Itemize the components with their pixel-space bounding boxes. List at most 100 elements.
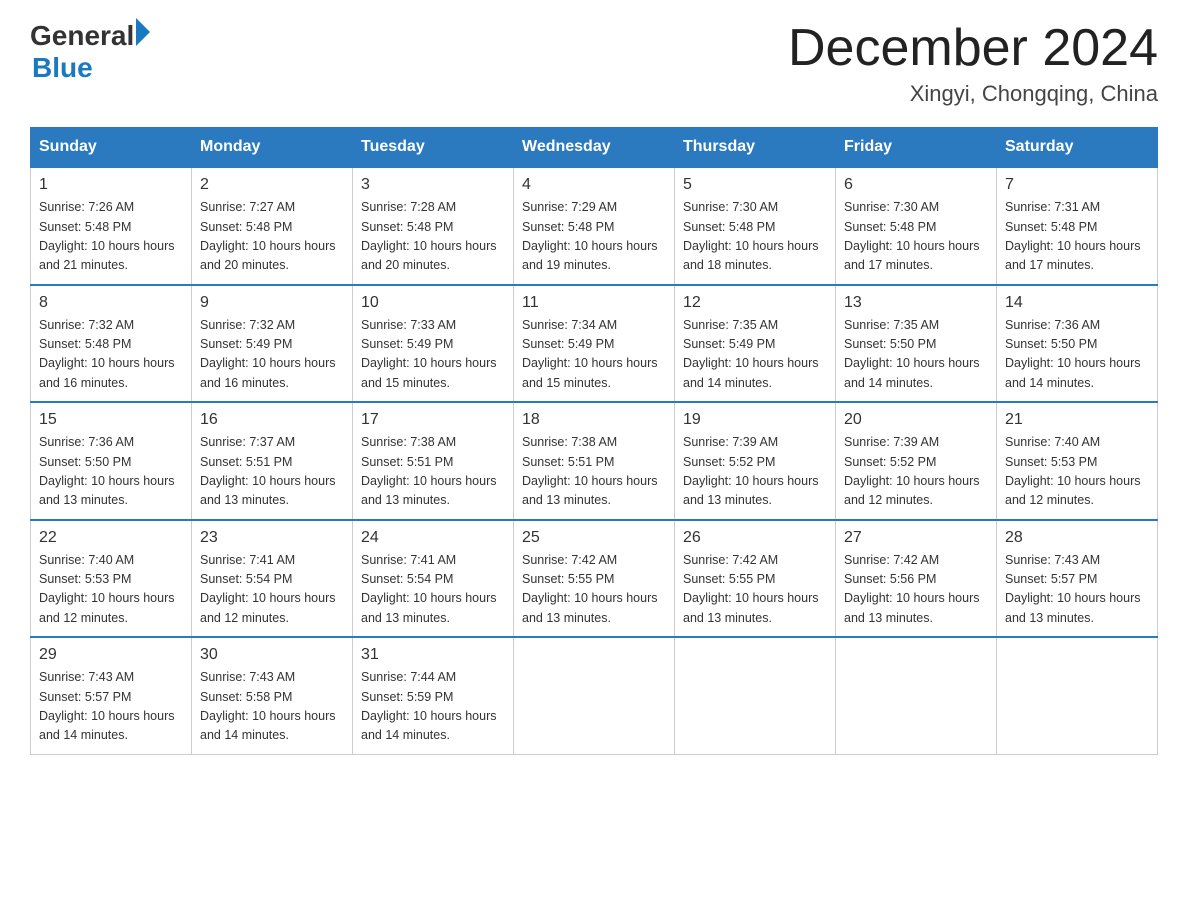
calendar-week-row: 8 Sunrise: 7:32 AMSunset: 5:48 PMDayligh…	[31, 285, 1158, 403]
calendar-cell: 21 Sunrise: 7:40 AMSunset: 5:53 PMDaylig…	[997, 402, 1158, 520]
calendar-header-row: SundayMondayTuesdayWednesdayThursdayFrid…	[31, 128, 1158, 168]
day-number: 25	[522, 529, 666, 547]
day-info: Sunrise: 7:34 AMSunset: 5:49 PMDaylight:…	[522, 316, 666, 394]
day-number: 17	[361, 411, 505, 429]
calendar-cell: 31 Sunrise: 7:44 AMSunset: 5:59 PMDaylig…	[353, 637, 514, 754]
day-info: Sunrise: 7:38 AMSunset: 5:51 PMDaylight:…	[361, 433, 505, 511]
logo-blue-text: Blue	[32, 52, 150, 84]
calendar-week-row: 22 Sunrise: 7:40 AMSunset: 5:53 PMDaylig…	[31, 520, 1158, 638]
day-info: Sunrise: 7:32 AMSunset: 5:48 PMDaylight:…	[39, 316, 183, 394]
day-info: Sunrise: 7:40 AMSunset: 5:53 PMDaylight:…	[39, 551, 183, 629]
calendar-cell: 26 Sunrise: 7:42 AMSunset: 5:55 PMDaylig…	[675, 520, 836, 638]
calendar-cell: 19 Sunrise: 7:39 AMSunset: 5:52 PMDaylig…	[675, 402, 836, 520]
day-info: Sunrise: 7:31 AMSunset: 5:48 PMDaylight:…	[1005, 198, 1149, 276]
calendar-cell: 9 Sunrise: 7:32 AMSunset: 5:49 PMDayligh…	[192, 285, 353, 403]
logo-arrow-icon	[136, 18, 150, 46]
day-info: Sunrise: 7:43 AMSunset: 5:57 PMDaylight:…	[1005, 551, 1149, 629]
calendar-cell: 13 Sunrise: 7:35 AMSunset: 5:50 PMDaylig…	[836, 285, 997, 403]
calendar-cell: 24 Sunrise: 7:41 AMSunset: 5:54 PMDaylig…	[353, 520, 514, 638]
day-number: 31	[361, 646, 505, 664]
calendar-cell: 23 Sunrise: 7:41 AMSunset: 5:54 PMDaylig…	[192, 520, 353, 638]
calendar-cell: 25 Sunrise: 7:42 AMSunset: 5:55 PMDaylig…	[514, 520, 675, 638]
day-info: Sunrise: 7:42 AMSunset: 5:56 PMDaylight:…	[844, 551, 988, 629]
calendar-cell	[997, 637, 1158, 754]
day-info: Sunrise: 7:29 AMSunset: 5:48 PMDaylight:…	[522, 198, 666, 276]
calendar-cell: 18 Sunrise: 7:38 AMSunset: 5:51 PMDaylig…	[514, 402, 675, 520]
day-number: 1	[39, 176, 183, 194]
day-info: Sunrise: 7:39 AMSunset: 5:52 PMDaylight:…	[683, 433, 827, 511]
calendar-cell: 28 Sunrise: 7:43 AMSunset: 5:57 PMDaylig…	[997, 520, 1158, 638]
day-info: Sunrise: 7:26 AMSunset: 5:48 PMDaylight:…	[39, 198, 183, 276]
day-info: Sunrise: 7:40 AMSunset: 5:53 PMDaylight:…	[1005, 433, 1149, 511]
calendar-cell: 30 Sunrise: 7:43 AMSunset: 5:58 PMDaylig…	[192, 637, 353, 754]
calendar-cell: 14 Sunrise: 7:36 AMSunset: 5:50 PMDaylig…	[997, 285, 1158, 403]
day-number: 16	[200, 411, 344, 429]
day-info: Sunrise: 7:27 AMSunset: 5:48 PMDaylight:…	[200, 198, 344, 276]
calendar-week-row: 29 Sunrise: 7:43 AMSunset: 5:57 PMDaylig…	[31, 637, 1158, 754]
day-number: 3	[361, 176, 505, 194]
day-number: 10	[361, 294, 505, 312]
calendar-cell: 16 Sunrise: 7:37 AMSunset: 5:51 PMDaylig…	[192, 402, 353, 520]
page-header: General Blue December 2024 Xingyi, Chong…	[30, 20, 1158, 107]
day-info: Sunrise: 7:41 AMSunset: 5:54 PMDaylight:…	[361, 551, 505, 629]
title-block: December 2024 Xingyi, Chongqing, China	[788, 20, 1158, 107]
day-number: 4	[522, 176, 666, 194]
calendar-cell: 8 Sunrise: 7:32 AMSunset: 5:48 PMDayligh…	[31, 285, 192, 403]
day-number: 29	[39, 646, 183, 664]
col-header-wednesday: Wednesday	[514, 128, 675, 168]
day-info: Sunrise: 7:28 AMSunset: 5:48 PMDaylight:…	[361, 198, 505, 276]
logo-general-text: General	[30, 20, 134, 52]
day-number: 14	[1005, 294, 1149, 312]
day-info: Sunrise: 7:38 AMSunset: 5:51 PMDaylight:…	[522, 433, 666, 511]
day-info: Sunrise: 7:39 AMSunset: 5:52 PMDaylight:…	[844, 433, 988, 511]
day-number: 12	[683, 294, 827, 312]
day-number: 7	[1005, 176, 1149, 194]
calendar-cell: 22 Sunrise: 7:40 AMSunset: 5:53 PMDaylig…	[31, 520, 192, 638]
day-info: Sunrise: 7:32 AMSunset: 5:49 PMDaylight:…	[200, 316, 344, 394]
day-info: Sunrise: 7:43 AMSunset: 5:58 PMDaylight:…	[200, 668, 344, 746]
calendar-week-row: 1 Sunrise: 7:26 AMSunset: 5:48 PMDayligh…	[31, 167, 1158, 285]
calendar-week-row: 15 Sunrise: 7:36 AMSunset: 5:50 PMDaylig…	[31, 402, 1158, 520]
day-number: 30	[200, 646, 344, 664]
calendar-cell	[836, 637, 997, 754]
col-header-friday: Friday	[836, 128, 997, 168]
month-title: December 2024	[788, 20, 1158, 77]
day-info: Sunrise: 7:42 AMSunset: 5:55 PMDaylight:…	[683, 551, 827, 629]
day-info: Sunrise: 7:30 AMSunset: 5:48 PMDaylight:…	[683, 198, 827, 276]
calendar-cell: 17 Sunrise: 7:38 AMSunset: 5:51 PMDaylig…	[353, 402, 514, 520]
calendar-cell: 1 Sunrise: 7:26 AMSunset: 5:48 PMDayligh…	[31, 167, 192, 285]
day-number: 21	[1005, 411, 1149, 429]
day-number: 8	[39, 294, 183, 312]
calendar-cell: 5 Sunrise: 7:30 AMSunset: 5:48 PMDayligh…	[675, 167, 836, 285]
day-info: Sunrise: 7:35 AMSunset: 5:49 PMDaylight:…	[683, 316, 827, 394]
day-number: 20	[844, 411, 988, 429]
col-header-sunday: Sunday	[31, 128, 192, 168]
calendar-table: SundayMondayTuesdayWednesdayThursdayFrid…	[30, 127, 1158, 755]
calendar-cell: 12 Sunrise: 7:35 AMSunset: 5:49 PMDaylig…	[675, 285, 836, 403]
day-number: 11	[522, 294, 666, 312]
day-number: 2	[200, 176, 344, 194]
calendar-cell	[675, 637, 836, 754]
day-number: 22	[39, 529, 183, 547]
day-number: 19	[683, 411, 827, 429]
logo: General Blue	[30, 20, 150, 84]
calendar-cell: 29 Sunrise: 7:43 AMSunset: 5:57 PMDaylig…	[31, 637, 192, 754]
day-number: 26	[683, 529, 827, 547]
calendar-cell: 15 Sunrise: 7:36 AMSunset: 5:50 PMDaylig…	[31, 402, 192, 520]
calendar-cell: 2 Sunrise: 7:27 AMSunset: 5:48 PMDayligh…	[192, 167, 353, 285]
col-header-thursday: Thursday	[675, 128, 836, 168]
day-info: Sunrise: 7:42 AMSunset: 5:55 PMDaylight:…	[522, 551, 666, 629]
day-number: 28	[1005, 529, 1149, 547]
day-info: Sunrise: 7:36 AMSunset: 5:50 PMDaylight:…	[39, 433, 183, 511]
day-number: 15	[39, 411, 183, 429]
day-info: Sunrise: 7:36 AMSunset: 5:50 PMDaylight:…	[1005, 316, 1149, 394]
day-number: 18	[522, 411, 666, 429]
day-number: 5	[683, 176, 827, 194]
day-info: Sunrise: 7:35 AMSunset: 5:50 PMDaylight:…	[844, 316, 988, 394]
location-title: Xingyi, Chongqing, China	[788, 81, 1158, 107]
calendar-cell: 11 Sunrise: 7:34 AMSunset: 5:49 PMDaylig…	[514, 285, 675, 403]
calendar-cell: 3 Sunrise: 7:28 AMSunset: 5:48 PMDayligh…	[353, 167, 514, 285]
day-info: Sunrise: 7:30 AMSunset: 5:48 PMDaylight:…	[844, 198, 988, 276]
calendar-cell: 6 Sunrise: 7:30 AMSunset: 5:48 PMDayligh…	[836, 167, 997, 285]
calendar-cell: 20 Sunrise: 7:39 AMSunset: 5:52 PMDaylig…	[836, 402, 997, 520]
